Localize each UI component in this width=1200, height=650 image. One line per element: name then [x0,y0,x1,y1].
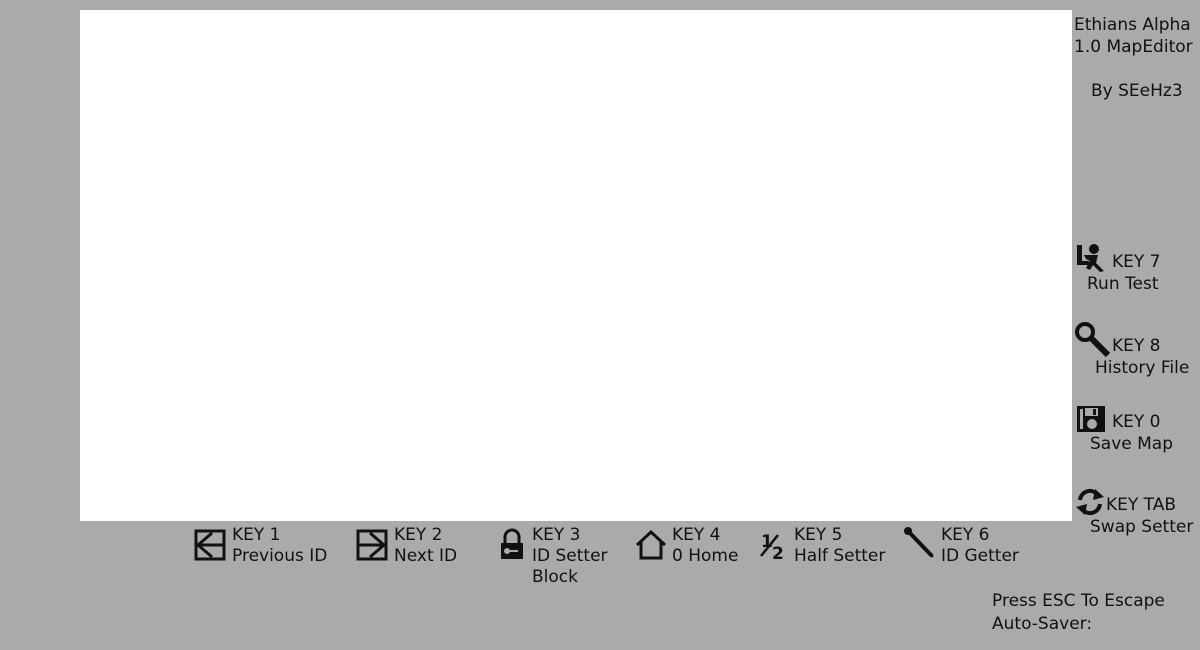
id-getter-button[interactable]: KEY 6 ID Getter [903,525,1019,567]
next-arrow-icon [356,525,390,561]
run-test-button[interactable]: KEY 7 Run Test [1074,243,1161,295]
svg-text:2: 2 [772,544,784,561]
escape-hint: Press ESC To Escape [992,591,1165,611]
save-map-key: KEY 0 [1112,412,1161,432]
id-setter-key: KEY 3 [532,525,581,545]
half-setter-button[interactable]: 1 2 KEY 5 Half Setter [758,525,885,567]
half-setter-label: Half Setter [794,546,886,566]
half-setter-key: KEY 5 [794,525,843,545]
home-icon [634,525,668,561]
swap-setter-button[interactable]: KEY TAB Swap Setter [1074,488,1193,538]
app-title: Ethians Alpha 1.0 MapEditor [1074,15,1193,57]
id-setter-block-button[interactable]: KEY 3 ID Setter Block [494,525,608,588]
swap-setter-key: KEY TAB [1106,495,1177,515]
lock-icon [494,525,528,561]
footer-status: Press ESC To Escape Auto-Saver: [992,590,1165,636]
floppy-disk-icon [1076,405,1106,433]
home-label: 0 Home [672,546,739,566]
autosaver-status: Auto-Saver: [992,614,1093,634]
run-test-key: KEY 7 [1112,252,1161,272]
author-credit: By SEeHz3 [1091,81,1183,101]
history-file-label: History File [1095,358,1190,378]
magnifier-icon [1074,321,1112,357]
id-getter-key: KEY 6 [941,525,990,545]
save-map-button[interactable]: KEY 0 Save Map [1076,405,1173,455]
history-file-button[interactable]: KEY 8 History File [1074,321,1189,379]
save-map-label: Save Map [1090,434,1174,454]
run-test-label: Run Test [1087,274,1159,294]
swap-arrows-icon [1074,488,1106,516]
runner-icon [1074,243,1110,273]
id-setter-label-line2: Block [532,567,578,587]
previous-id-label: Previous ID [232,546,328,566]
previous-id-button[interactable]: KEY 1 Previous ID [194,525,327,567]
one-half-icon: 1 2 [758,525,790,561]
map-canvas[interactable] [80,10,1072,521]
next-id-button[interactable]: KEY 2 Next ID [356,525,457,567]
id-getter-label: ID Getter [941,546,1019,566]
next-id-key: KEY 2 [394,525,443,545]
previous-id-key: KEY 1 [232,525,281,545]
home-key: KEY 4 [672,525,721,545]
next-id-label: Next ID [394,546,458,566]
swap-setter-label: Swap Setter [1090,517,1194,537]
eyedropper-icon [903,525,937,561]
home-button[interactable]: KEY 4 0 Home [634,525,738,567]
id-setter-label: ID Setter [532,546,608,566]
history-file-key: KEY 8 [1112,336,1161,356]
previous-arrow-icon [194,525,228,561]
